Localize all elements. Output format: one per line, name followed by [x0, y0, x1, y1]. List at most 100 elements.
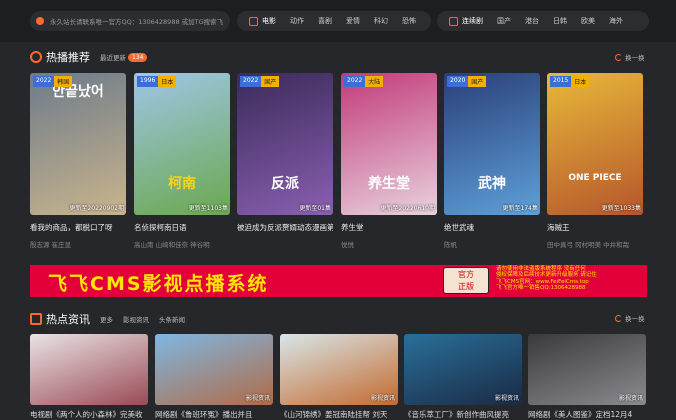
region-tag: 国产: [468, 76, 487, 87]
news-card[interactable]: 影视资讯《山河锦绣》姜冠南陆挂帮 刘天: [280, 334, 398, 420]
year-region-tag: 2022 大陆: [344, 76, 384, 87]
video-title[interactable]: 名侦探柯南日语: [134, 222, 230, 233]
video-actors: 悦悦: [341, 241, 354, 249]
banner-info-line: 飞飞CMS官网：www.FeiFeiCms.top: [496, 278, 589, 285]
news-card[interactable]: 影视资讯《音乐萃工厂》新创作曲风提亮: [404, 334, 522, 420]
recent-count-badge: 134: [128, 52, 148, 62]
news-title[interactable]: 网络剧《美人图鉴》定档12月4: [528, 409, 646, 420]
video-card[interactable]: 武神 2020 国产 更新至174集 绝世武魂 陈帆: [444, 73, 540, 249]
video-title[interactable]: 被迫成为反派赘婿动态漫画第三季: [237, 222, 333, 233]
video-card[interactable]: 柯南 1996 日本更新至1103集名侦探柯南日语 高山南 山崎和佳奈 神谷明: [134, 73, 230, 249]
promo-banner[interactable]: 飞飞CMS影视点播系统 官方 正版 请勿使用非法盗版系统程序 没有任何 侵权保障…: [30, 265, 647, 297]
news-image[interactable]: 影视资讯: [155, 334, 273, 405]
news-category-label: 影视资讯: [370, 395, 395, 402]
movie-link-romance[interactable]: 爱情: [346, 16, 360, 26]
year-tag: 2022: [33, 76, 55, 87]
poster-title-art: 柯南: [168, 176, 196, 192]
news-image[interactable]: 影视资讯: [528, 334, 646, 405]
film-icon: [249, 16, 258, 26]
news-section-title: 热点资讯: [46, 313, 90, 326]
news-image[interactable]: 影视资讯: [280, 334, 398, 405]
news-card[interactable]: 影视资讯网络剧《美人图鉴》定档12月4: [528, 334, 646, 420]
series-link-hktw[interactable]: 港台: [525, 16, 539, 26]
news-title[interactable]: 《音乐萃工厂》新创作曲风提亮: [404, 409, 522, 420]
poster-title-art: 武神: [478, 176, 506, 192]
movie-link-action[interactable]: 动作: [290, 16, 304, 26]
region-tag: 韩国: [54, 76, 73, 87]
poster-image[interactable]: 武神 2020 国产 更新至174集: [444, 73, 540, 215]
region-tag: 日本: [158, 76, 177, 87]
movie-link-horror[interactable]: 恐怖: [402, 16, 416, 26]
series-category-bar: 连续剧 国产 港台 日韩 欧美 海外: [437, 11, 649, 31]
video-card[interactable]: 안끝났어 2022 韩国 更新至20220902期 看我的商品，都脱口了呀 殷志源 崔庄显: [30, 73, 126, 249]
refresh-icon: [615, 53, 622, 61]
poster-image[interactable]: 柯南 1996 日本更新至1103集: [134, 73, 230, 215]
update-status: 更新至174集: [502, 205, 538, 212]
news-icon: [30, 313, 42, 325]
update-status: 更新至20220610期: [380, 205, 435, 212]
news-image[interactable]: [30, 334, 148, 405]
video-card[interactable]: 养生堂 2022 大陆 更新至20220610期 养生堂 悦悦: [341, 73, 437, 249]
year-tag: 1996: [137, 76, 159, 87]
movie-link-comedy[interactable]: 喜剧: [318, 16, 332, 26]
news-category-label: 影视资讯: [494, 395, 519, 402]
hot-section-title: 热播推荐: [46, 51, 90, 64]
poster-image[interactable]: 养生堂 2022 大陆更新至20220610期: [341, 73, 437, 215]
video-title[interactable]: 绝世武魂: [444, 222, 540, 233]
news-card[interactable]: 影视资讯网络剧《鲁班环冤》播出并且: [155, 334, 273, 420]
news-title[interactable]: 电视剧《两个人的小森林》完美收: [30, 409, 148, 420]
video-actors: 田中真弓 冈村明美 中井和哉: [547, 241, 630, 249]
update-status: 更新至20220902期: [69, 205, 124, 212]
series-link-overseas[interactable]: 海外: [609, 16, 623, 26]
news-title[interactable]: 网络剧《鲁班环冤》播出并且: [155, 409, 273, 420]
news-more-link[interactable]: 更多: [100, 314, 113, 324]
recent-update-label[interactable]: 最近更新: [100, 52, 126, 62]
refresh-icon: [615, 314, 622, 322]
notice-text: 永久站长请联系唯一官方QQ：1306428988 或加TG搜索飞: [50, 18, 224, 26]
video-actors: 陈帆: [444, 241, 457, 249]
series-link-domestic[interactable]: 国产: [497, 16, 511, 26]
banner-info-line: 侵权保障及后续技术更新升级服务 请记住: [496, 272, 597, 279]
hot-refresh-button[interactable]: 换一换: [615, 52, 645, 62]
tv-icon: [449, 16, 458, 26]
news-refresh-label: 换一换: [625, 315, 645, 323]
update-status: 更新至1103集: [188, 205, 228, 212]
video-card[interactable]: 反派 2022国产更新至01集被迫成为反派赘婿动态漫画第三季: [237, 73, 333, 239]
video-title[interactable]: 看我的商品，都脱口了呀: [30, 222, 126, 233]
year-region-tag: 2022 国产: [240, 76, 280, 87]
poster-title-art: 养生堂: [368, 176, 410, 192]
news-refresh-button[interactable]: 换一换: [615, 313, 645, 323]
poster-title-art: ONE PIECE: [568, 173, 622, 183]
poster-image[interactable]: 안끝났어 2022 韩国 更新至20220902期: [30, 73, 126, 215]
poster-image[interactable]: 反派 2022 国产 更新至01集: [237, 73, 333, 215]
poster-image[interactable]: ONE PIECE 2015 日本 更新至1033集: [547, 73, 643, 215]
news-category-label: 影视资讯: [245, 395, 270, 402]
hot-section-header: 热播推荐 最近更新 134: [30, 49, 148, 65]
movie-category-head[interactable]: 电影: [262, 16, 276, 26]
series-link-jpkr[interactable]: 日韩: [553, 16, 567, 26]
series-category-head[interactable]: 连续剧: [462, 16, 483, 26]
video-title[interactable]: 养生堂: [341, 222, 437, 233]
notice-ticker[interactable]: 永久站长请联系唯一官方QQ：1306428988 或加TG搜索飞: [30, 11, 230, 31]
news-image[interactable]: 影视资讯: [404, 334, 522, 405]
year-tag: 2022: [344, 76, 366, 87]
news-link-film[interactable]: 影视资讯: [123, 314, 149, 324]
year-region-tag: 2015 日本: [550, 76, 590, 87]
news-card[interactable]: 电视剧《两个人的小森林》完美收: [30, 334, 148, 420]
poster-title-art: 反派: [271, 176, 299, 192]
banner-headline: 飞飞CMS影视点播系统: [48, 273, 269, 295]
movie-link-scifi[interactable]: 科幻: [374, 16, 388, 26]
region-tag: 大陆: [365, 76, 384, 87]
region-tag: 国产: [261, 76, 280, 87]
news-title[interactable]: 《山河锦绣》姜冠南陆挂帮 刘天: [280, 409, 398, 420]
video-actors: 高山南 山崎和佳奈 神谷明: [134, 241, 210, 249]
video-card[interactable]: ONE PIECE 2015 日本 更新至1033集 海贼王 田中真弓 冈村明美 中井和哉: [547, 73, 643, 249]
news-category-label: 影视资讯: [618, 395, 643, 402]
year-region-tag: 2022 韩国: [33, 76, 73, 87]
seal-bottom: 正版: [458, 282, 474, 291]
video-title[interactable]: 海贼王: [547, 222, 643, 233]
series-link-western[interactable]: 欧美: [581, 16, 595, 26]
news-link-headline[interactable]: 头条新闻: [159, 314, 185, 324]
movie-category-bar: 电影 动作 喜剧 爱情 科幻 恐怖: [237, 11, 431, 31]
year-region-tag: 1996 日本: [137, 76, 177, 87]
